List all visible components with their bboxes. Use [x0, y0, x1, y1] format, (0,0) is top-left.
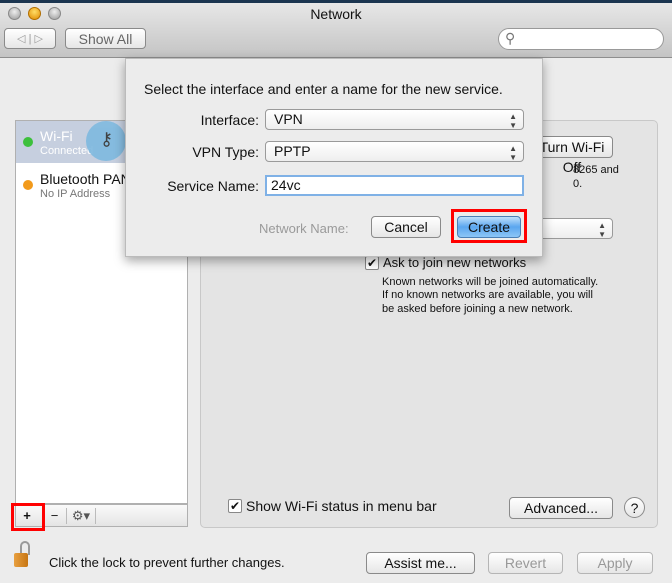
ask-join-description: If no known networks are available, you …: [382, 289, 593, 301]
watermark-cloud-icon: ⚷: [86, 121, 126, 161]
service-name-input[interactable]: 24vc: [265, 175, 524, 196]
service-status: Connected: [40, 145, 94, 157]
search-icon: ⚲: [505, 30, 516, 46]
search-input[interactable]: ⚲: [498, 28, 664, 50]
service-name: Wi-Fi: [40, 128, 73, 144]
highlight-add-button: [11, 503, 45, 531]
apply-button[interactable]: Apply: [577, 552, 653, 574]
gear-menu-icon[interactable]: ⚙▾: [66, 508, 96, 524]
dialog-prompt: Select the interface and enter a name fo…: [144, 81, 503, 97]
service-name-label: Service Name:: [167, 178, 259, 194]
lock-icon[interactable]: [14, 541, 30, 569]
help-button[interactable]: ?: [624, 497, 645, 518]
ask-join-label: Ask to join new networks: [383, 255, 527, 270]
back-forward-buttons[interactable]: ◁ | ▷: [4, 28, 56, 49]
show-status-checkbox[interactable]: ✔: [228, 499, 242, 513]
turn-wifi-off-button[interactable]: Turn Wi-Fi Off: [531, 136, 613, 175]
revert-button[interactable]: Revert: [488, 552, 563, 574]
remove-service-button[interactable]: −: [43, 508, 65, 523]
cancel-button[interactable]: Cancel: [371, 216, 441, 238]
advanced-button[interactable]: Advanced...: [509, 497, 613, 519]
interface-select[interactable]: VPN ▲ ▼: [265, 109, 524, 130]
status-dot-icon: [23, 137, 33, 147]
highlight-create-button: [451, 209, 527, 243]
window-title: Network: [310, 6, 362, 22]
lock-text: Click the lock to prevent further change…: [49, 555, 285, 570]
network-name-label: Network Name:: [259, 221, 349, 236]
ask-join-description: Known networks will be joined automatica…: [382, 276, 599, 288]
service-name: Bluetooth PAN: [40, 171, 131, 187]
status-text: 0.: [573, 178, 583, 190]
ask-join-description: be asked before joining a new network.: [382, 303, 573, 315]
ask-join-checkbox[interactable]: ✔: [365, 256, 379, 270]
assist-button[interactable]: Assist me...: [366, 552, 475, 574]
status-dot-icon: [23, 180, 33, 190]
vpn-type-select[interactable]: PPTP ▲ ▼: [265, 141, 524, 162]
status-text: 8265 and: [573, 164, 619, 176]
vpn-type-label: VPN Type:: [192, 144, 259, 160]
service-status: No IP Address: [40, 188, 111, 200]
show-status-label: Show Wi-Fi status in menu bar: [246, 498, 437, 514]
interface-value: VPN: [274, 111, 303, 127]
interface-label: Interface:: [200, 112, 259, 128]
desktop-strip: [0, 0, 672, 3]
show-all-button[interactable]: Show All: [65, 28, 146, 49]
vpn-type-value: PPTP: [274, 143, 311, 159]
